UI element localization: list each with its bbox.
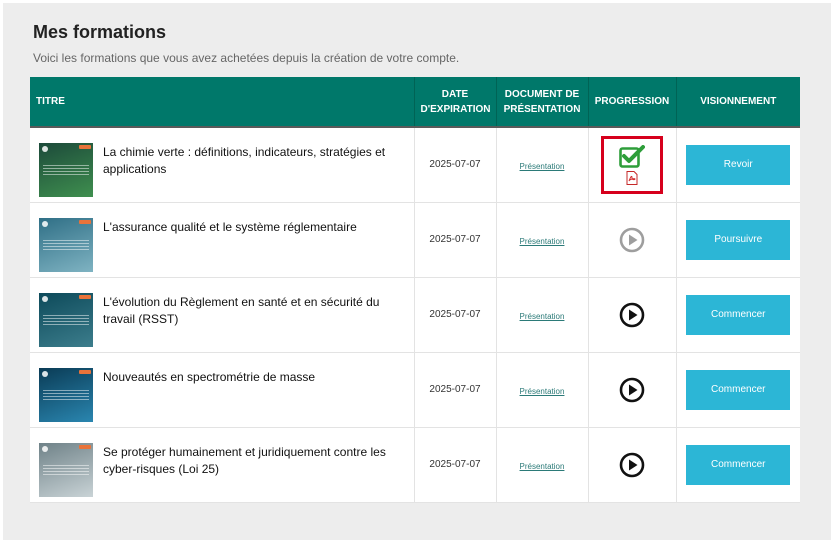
progress-cell <box>588 277 677 353</box>
view-button[interactable]: Poursuivre <box>686 219 791 260</box>
progress-cell <box>588 427 677 503</box>
document-cell: Présentation <box>496 277 589 353</box>
page-subtitle: Voici les formations que vous avez achet… <box>33 51 460 65</box>
column-header-title: TITRE <box>30 77 415 127</box>
course-title-cell: L'assurance qualité et le système réglem… <box>30 202 415 278</box>
thumbnail-text-band <box>43 315 89 325</box>
course-thumbnail[interactable] <box>39 368 93 422</box>
course-title-cell: Nouveautés en spectrométrie de masse <box>30 352 415 428</box>
play-circle-icon[interactable] <box>619 452 645 478</box>
pdf-icon[interactable] <box>626 170 638 185</box>
progress-cell <box>588 202 677 278</box>
table-row: La chimie verte : définitions, indicateu… <box>30 126 800 203</box>
expiration-date: 2025-07-07 <box>414 277 497 353</box>
view-button[interactable]: Revoir <box>686 144 791 185</box>
logo-icon <box>42 296 48 302</box>
column-header-document: DOCUMENT DE PRÉSENTATION <box>496 77 589 127</box>
progress-indicator <box>601 211 663 269</box>
document-cell: Présentation <box>496 352 589 428</box>
presentation-link[interactable]: Présentation <box>520 162 565 171</box>
courses-table: TITRE DATE D'EXPIRATION DOCUMENT DE PRÉS… <box>30 77 800 503</box>
play-circle-icon[interactable] <box>619 227 645 253</box>
viewing-cell: Revoir <box>676 126 800 203</box>
thumbnail-text-band <box>43 465 89 475</box>
table-row: Se protéger humainement et juridiquement… <box>30 427 800 503</box>
presentation-link[interactable]: Présentation <box>520 462 565 471</box>
check-icon <box>619 144 645 168</box>
course-thumbnail[interactable] <box>39 443 93 497</box>
course-title-cell: La chimie verte : définitions, indicateu… <box>30 126 415 203</box>
course-title: L'assurance qualité et le système réglem… <box>103 220 357 234</box>
thumbnail-text-band <box>43 165 89 176</box>
table-row: L'évolution du Règlement en santé et en … <box>30 277 800 353</box>
expiration-date: 2025-07-07 <box>414 427 497 503</box>
progress-cell <box>588 126 677 203</box>
logo-icon <box>42 146 48 153</box>
progress-indicator <box>601 361 663 419</box>
expiration-date: 2025-07-07 <box>414 352 497 428</box>
category-tag <box>79 370 91 374</box>
category-tag <box>79 220 91 224</box>
logo-icon <box>42 446 48 452</box>
category-tag <box>79 445 91 449</box>
table-body: La chimie verte : définitions, indicateu… <box>30 126 800 503</box>
viewing-cell: Commencer <box>676 277 800 353</box>
category-tag <box>79 295 91 299</box>
progress-indicator <box>601 135 663 194</box>
document-cell: Présentation <box>496 202 589 278</box>
course-thumbnail[interactable] <box>39 143 93 198</box>
document-cell: Présentation <box>496 427 589 503</box>
page-title: Mes formations <box>33 22 167 42</box>
expiration-date: 2025-07-07 <box>414 126 497 203</box>
view-button[interactable]: Commencer <box>686 294 791 335</box>
progress-indicator <box>601 286 663 344</box>
course-thumbnail[interactable] <box>39 293 93 347</box>
column-header-viewing: VISIONNEMENT <box>676 77 800 127</box>
viewing-cell: Commencer <box>676 352 800 428</box>
table-header: TITRE DATE D'EXPIRATION DOCUMENT DE PRÉS… <box>30 77 800 127</box>
course-title: Nouveautés en spectrométrie de masse <box>103 370 316 384</box>
document-cell: Présentation <box>496 126 589 203</box>
view-button[interactable]: Commencer <box>686 369 791 410</box>
play-circle-icon[interactable] <box>619 302 645 328</box>
presentation-link[interactable]: Présentation <box>520 312 565 321</box>
presentation-link[interactable]: Présentation <box>520 387 565 396</box>
course-title: La chimie verte : définitions, indicateu… <box>103 145 386 177</box>
logo-icon <box>42 371 48 377</box>
table-row: L'assurance qualité et le système réglem… <box>30 202 800 278</box>
viewing-cell: Poursuivre <box>676 202 800 278</box>
viewing-cell: Commencer <box>676 427 800 503</box>
play-circle-icon[interactable] <box>619 377 645 403</box>
progress-cell <box>588 352 677 428</box>
thumbnail-text-band <box>43 240 89 250</box>
progress-indicator <box>601 436 663 494</box>
thumbnail-text-band <box>43 390 89 400</box>
expiration-date: 2025-07-07 <box>414 202 497 278</box>
course-title: Se protéger humainement et juridiquement… <box>103 445 386 476</box>
course-title-cell: Se protéger humainement et juridiquement… <box>30 427 415 503</box>
view-button[interactable]: Commencer <box>686 444 791 485</box>
course-title-cell: L'évolution du Règlement en santé et en … <box>30 277 415 353</box>
course-title: L'évolution du Règlement en santé et en … <box>103 295 380 326</box>
column-header-progress: PROGRESSION <box>588 77 677 127</box>
category-tag <box>79 145 91 150</box>
column-header-expiration: DATE D'EXPIRATION <box>414 77 497 127</box>
table-row: Nouveautés en spectrométrie de masse 202… <box>30 352 800 428</box>
presentation-link[interactable]: Présentation <box>520 237 565 246</box>
course-thumbnail[interactable] <box>39 218 93 272</box>
logo-icon <box>42 221 48 227</box>
